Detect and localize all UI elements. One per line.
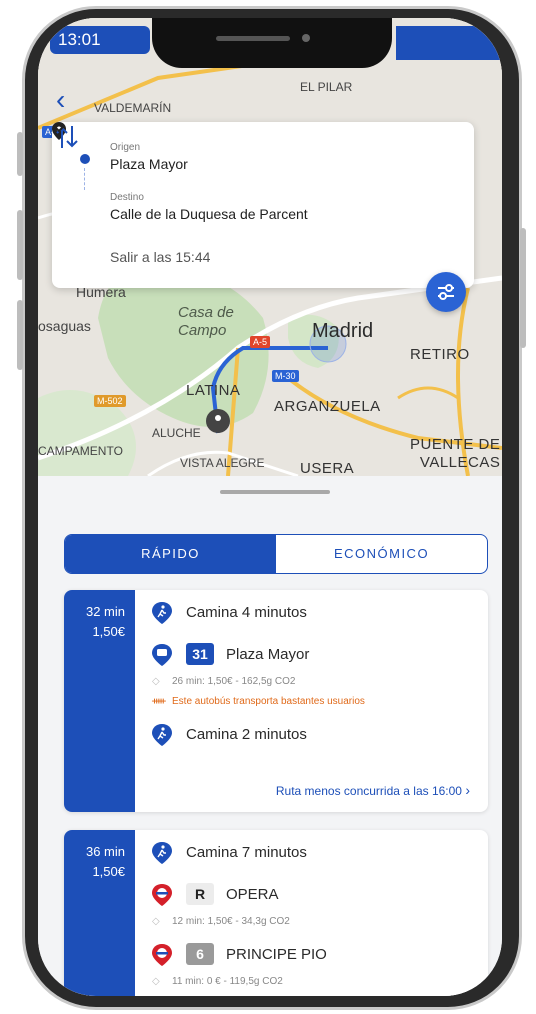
map-label-valdemarin: VALDEMARÍN xyxy=(94,101,172,115)
results-sheet: RÁPIDO ECONÓMICO 32 min 1,50€ Camina 4 m… xyxy=(38,476,502,996)
map-label-vista-alegre: VISTA ALEGRE xyxy=(180,456,265,470)
phone-power-button xyxy=(520,228,526,348)
phone-notch xyxy=(152,18,392,68)
ticket-icon: ◇ xyxy=(152,976,160,987)
route-price: 1,50€ xyxy=(92,624,125,639)
phone-volume-down xyxy=(17,300,23,370)
map-label-campamento: CAMPAMENTO xyxy=(38,444,123,458)
map-label-casa-de-campo: Casa de Campo xyxy=(178,304,234,339)
notch-camera xyxy=(302,34,310,42)
origin-dot-icon xyxy=(80,154,90,164)
metro-line-name: PRINCIPE PIO xyxy=(226,946,327,963)
status-time: 13:01 xyxy=(50,26,150,54)
walk-icon xyxy=(152,842,172,864)
route-option-1[interactable]: 32 min 1,50€ Camina 4 minutos 31 Plaza M… xyxy=(64,590,488,812)
origin-label: Origen xyxy=(110,142,141,153)
metro-line-detail: ◇ 12 min: 1,50€ - 34,3g CO2 xyxy=(152,916,290,927)
map-label-el-pilar: EL PILAR xyxy=(300,80,353,94)
route-type-tabs: RÁPIDO ECONÓMICO xyxy=(64,534,488,574)
chevron-right-icon: › xyxy=(465,782,470,798)
status-indicators xyxy=(396,26,502,60)
map-label-pozuelo: osaguas xyxy=(38,318,91,334)
map-view[interactable]: VALDEMARÍN EL PILAR A-6 Humera osaguas C… xyxy=(38,18,502,476)
departure-time[interactable]: Salir a las 15:44 xyxy=(110,249,210,265)
tab-cheap[interactable]: ECONÓMICO xyxy=(276,535,487,573)
route-duration: 32 min xyxy=(85,604,125,619)
walk-step-text: Camina 4 minutos xyxy=(186,604,307,621)
destination-label: Destino xyxy=(110,192,144,203)
map-label-retiro: RETIRO xyxy=(410,346,470,363)
route-summary: 36 min 1,50€ xyxy=(64,830,135,996)
walk-step-text: Camina 7 minutos xyxy=(186,844,307,861)
walk-icon xyxy=(152,602,172,624)
app-screen: VALDEMARÍN EL PILAR A-6 Humera osaguas C… xyxy=(38,18,502,996)
map-label-madrid: Madrid xyxy=(312,320,374,342)
map-label-latina: LATINA xyxy=(186,382,241,399)
bus-line-name: Plaza Mayor xyxy=(226,646,310,663)
map-label-usera: USERA xyxy=(300,460,355,476)
crowd-icon: ᚔ xyxy=(152,696,166,707)
filter-settings-button[interactable] xyxy=(426,272,466,312)
route-option-2[interactable]: 36 min 1,50€ Camina 7 minutos R OPERA ◇ … xyxy=(64,830,488,996)
destination-field[interactable]: Calle de la Duquesa de Parcent xyxy=(110,206,308,222)
ticket-icon: ◇ xyxy=(152,676,160,687)
bus-line-badge: 31 xyxy=(186,643,214,665)
back-arrow-icon[interactable]: ‹ xyxy=(56,86,84,116)
map-label-arganzuela: ARGANZUELA xyxy=(274,398,381,415)
bus-line-detail: ◇ 26 min: 1,50€ - 162,5g CO2 xyxy=(152,676,296,687)
less-crowded-route-link[interactable]: Ruta menos concurrida a las 16:00 › xyxy=(276,782,470,798)
crowding-warning: ᚔ Este autobús transporta bastantes usuar… xyxy=(152,696,365,707)
sheet-drag-handle[interactable] xyxy=(220,490,330,494)
walk-step-text: Camina 2 minutos xyxy=(186,726,307,743)
map-label-aluche: ALUCHE xyxy=(152,426,201,440)
tab-fast[interactable]: RÁPIDO xyxy=(65,535,276,573)
route-connector xyxy=(84,168,85,190)
road-badge-m502: M-502 xyxy=(94,395,126,407)
route-form-card: Origen Plaza Mayor Destino Calle de la D… xyxy=(52,122,474,288)
metro-line-detail: ◇ 11 min: 0 € - 119,5g CO2 xyxy=(152,976,283,987)
road-badge-a5: A-5 xyxy=(250,336,271,348)
ticket-icon: ◇ xyxy=(152,916,160,927)
metro-line-badge: R xyxy=(186,883,214,905)
route-duration: 36 min xyxy=(85,844,125,859)
phone-volume-up xyxy=(17,210,23,280)
origin-field[interactable]: Plaza Mayor xyxy=(110,156,188,172)
metro-stop-icon xyxy=(152,944,172,966)
chevron-down-icon[interactable] xyxy=(52,122,66,136)
route-summary: 32 min 1,50€ xyxy=(64,590,135,812)
notch-speaker xyxy=(216,36,290,41)
bus-stop-icon xyxy=(152,644,172,666)
walk-icon xyxy=(152,724,172,746)
map-label-puente-de-vallecas: PUENTE DE VALLECAS xyxy=(410,436,501,471)
metro-stop-icon xyxy=(152,884,172,906)
route-price: 1,50€ xyxy=(92,864,125,879)
metro-line-badge: 6 xyxy=(186,943,214,965)
metro-line-name: OPERA xyxy=(226,886,279,903)
phone-side-button xyxy=(17,132,23,176)
road-badge-m30: M-30 xyxy=(272,370,299,382)
sliders-icon xyxy=(438,284,454,300)
